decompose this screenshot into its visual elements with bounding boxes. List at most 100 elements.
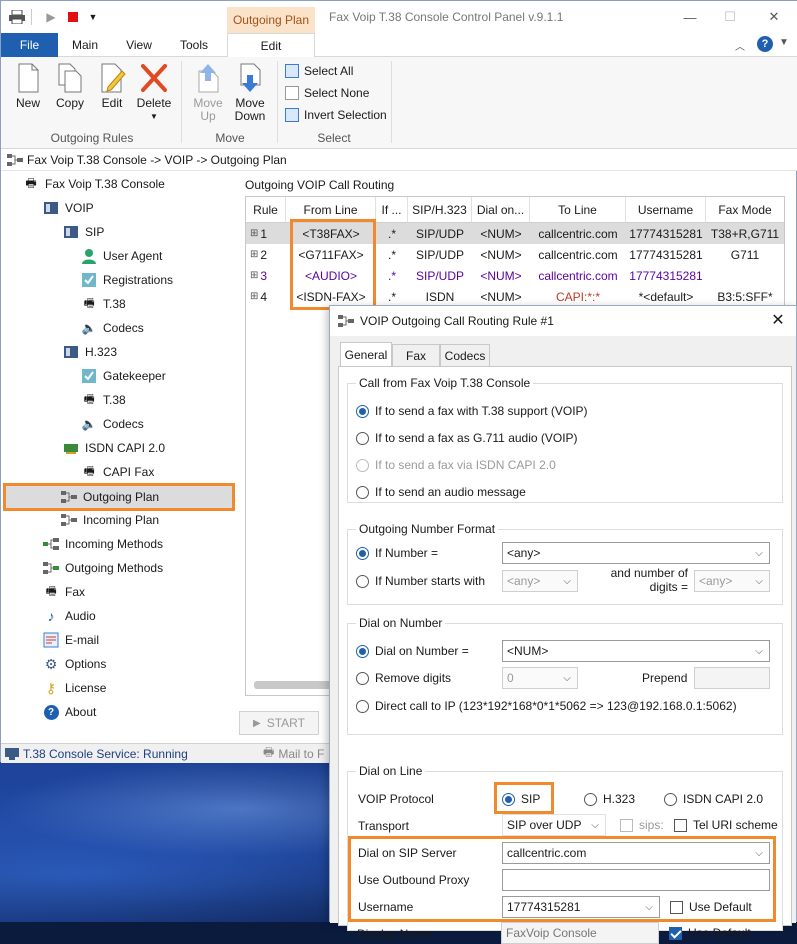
edit-button[interactable]: Edit (91, 63, 133, 110)
copy-button[interactable]: Copy (49, 63, 91, 110)
ribbon-separator (181, 61, 182, 143)
tab-main[interactable]: Main (61, 33, 109, 57)
fax-icon: 🖷 (83, 463, 95, 478)
mail-status: 🖶 Mail to F (263, 743, 324, 764)
highlight-from-line (290, 219, 376, 310)
tree-item-sip[interactable]: SIP (63, 221, 104, 243)
radio-isdn-fax[interactable]: If to send a fax via ISDN CAPI 2.0 (356, 456, 556, 474)
prepend-field[interactable] (694, 667, 770, 689)
tab-codecs[interactable]: Codecs (440, 344, 490, 366)
tree-item-incoming-methods[interactable]: Incoming Methods (43, 533, 163, 555)
tree-item-user-agent[interactable]: User Agent (81, 245, 162, 267)
horizontal-scrollbar[interactable] (254, 681, 334, 689)
stop-icon[interactable] (65, 9, 81, 25)
tree-item-about[interactable]: ? About (43, 701, 96, 723)
tree-item-options[interactable]: ⚙ Options (43, 653, 107, 675)
tab-view[interactable]: View (115, 33, 163, 57)
table-cell: <NUM> (480, 268, 522, 283)
service-icon (5, 747, 19, 760)
tree-item-gatekeeper[interactable]: Gatekeeper (81, 365, 166, 387)
tree-item-isdn-capi[interactable]: ISDN CAPI 2.0 (63, 437, 165, 459)
radio-if-number[interactable]: If Number = (356, 544, 438, 562)
tree-item-sip-codecs[interactable]: 🔈 Codecs (81, 317, 144, 339)
tree-item-h323[interactable]: H.323 (63, 341, 117, 363)
printer-icon[interactable] (9, 9, 25, 25)
radio-remove-digits[interactable]: Remove digits (356, 669, 451, 687)
display-name-field[interactable]: FaxVoip Console (501, 922, 659, 944)
move-up-button[interactable]: Move Up (187, 63, 229, 123)
tab-general[interactable]: General (340, 342, 392, 366)
column-header[interactable]: If ... (376, 197, 408, 223)
tel-uri-checkbox[interactable]: Tel URI scheme (674, 816, 778, 834)
tree-item-outgoing-methods[interactable]: Outgoing Methods (43, 557, 163, 579)
tree-item-console[interactable]: 🖶 Fax Voip T.38 Console (23, 173, 165, 195)
tree-item-h323-codecs[interactable]: 🔈 Codecs (81, 413, 144, 435)
maximize-icon[interactable]: ☐ (719, 7, 741, 27)
table-cell: <NUM> (480, 247, 522, 262)
column-header[interactable]: Rule (246, 197, 286, 223)
tree-item-h323-t38[interactable]: 🖷 T.38 (81, 389, 125, 411)
delete-button[interactable]: Delete ▼ (133, 63, 175, 123)
tab-edit[interactable]: Edit (227, 33, 315, 58)
minimize-icon[interactable]: — (679, 7, 701, 27)
column-header[interactable]: Username (626, 197, 706, 223)
display-name-use-default-checkbox[interactable]: Use Default (669, 924, 751, 942)
if-number-combo[interactable]: <any> ⌵ (502, 542, 770, 564)
radio-g711-fax[interactable]: If to send a fax as G.711 audio (VOIP) (356, 429, 578, 447)
starts-with-combo[interactable]: <any> ⌵ (502, 570, 578, 592)
tab-tools[interactable]: Tools (169, 33, 219, 57)
invert-selection-button[interactable]: Invert Selection (285, 105, 387, 125)
methods-icon (43, 560, 59, 576)
radio-starts-with[interactable]: If Number starts with (356, 572, 485, 590)
group-title: Outgoing Number Format (356, 522, 499, 536)
tree-item-audio[interactable]: ♪ Audio (43, 605, 96, 627)
tree-item-registrations[interactable]: Registrations (81, 269, 173, 291)
delete-x-icon (140, 63, 168, 93)
tree-item-sip-t38[interactable]: 🖷 T.38 (81, 293, 125, 315)
help-dropdown-icon[interactable]: ▼ (779, 37, 789, 48)
column-header[interactable]: Fax Mode (706, 197, 784, 223)
title-bar: ▶ ▼ Outgoing Plan Fax Voip T.38 Console … (1, 1, 797, 33)
tree-item-fax[interactable]: 🖷 Fax (43, 581, 85, 603)
start-button[interactable]: ▶ START (239, 711, 319, 735)
tree-item-voip[interactable]: VOIP (43, 197, 94, 219)
radio-h323[interactable]: H.323 (584, 790, 635, 808)
column-header[interactable]: SIP/H.323 (408, 197, 472, 223)
radio-direct-call-ip[interactable]: Direct call to IP (123*192*168*0*1*5062 … (356, 697, 737, 715)
new-button[interactable]: New (7, 63, 49, 110)
dialog-close-icon[interactable]: ✕ (768, 310, 788, 330)
copy-icon (56, 63, 84, 93)
chevron-down-icon: ⌵ (755, 575, 763, 587)
radio-t38-fax[interactable]: If to send a fax with T.38 support (VOIP… (356, 402, 588, 420)
column-header[interactable]: To Line (530, 197, 626, 223)
invert-selection-icon (285, 108, 299, 122)
fax-icon: 🖷 (45, 583, 57, 598)
table-cell: 17774315281 (629, 247, 703, 262)
chevron-down-icon: ⌵ (755, 547, 763, 559)
select-all-button[interactable]: Select All (285, 61, 353, 81)
tree-item-incoming-plan[interactable]: Incoming Plan (61, 509, 159, 531)
close-icon[interactable]: ✕ (763, 7, 785, 27)
play-icon[interactable]: ▶ (43, 9, 59, 25)
tab-fax[interactable]: Fax (392, 344, 440, 366)
tree-item-license[interactable]: ⚷ License (43, 677, 107, 699)
dial-on-number-combo[interactable]: <NUM> ⌵ (502, 640, 770, 662)
help-icon[interactable]: ? (757, 36, 773, 52)
move-down-button[interactable]: Move Down (229, 63, 271, 123)
sips-checkbox[interactable]: sips: (620, 816, 664, 834)
tree-item-capi-fax[interactable]: 🖷 CAPI Fax (81, 461, 154, 483)
radio-isdn-capi[interactable]: ISDN CAPI 2.0 (664, 790, 763, 808)
radio-audio-message[interactable]: If to send an audio message (356, 483, 526, 501)
remove-digits-combo[interactable]: 0 ⌵ (502, 667, 578, 689)
digits-combo[interactable]: <any> ⌵ (694, 570, 770, 592)
transport-combo[interactable]: SIP over UDP ⌵ (502, 814, 606, 836)
radio-dial-on-number[interactable]: Dial on Number = (356, 642, 469, 660)
column-header[interactable]: Dial on... (472, 197, 530, 223)
tab-file[interactable]: File (1, 33, 58, 57)
tree-item-email[interactable]: E-mail (43, 629, 99, 651)
qat-dropdown-icon[interactable]: ▼ (85, 9, 101, 25)
window-title: Fax Voip T.38 Console Control Panel v.9.… (329, 10, 564, 24)
collapse-ribbon-icon[interactable]: ︿ (735, 38, 745, 53)
select-none-button[interactable]: Select None (285, 83, 369, 103)
gatekeeper-icon (81, 368, 97, 384)
